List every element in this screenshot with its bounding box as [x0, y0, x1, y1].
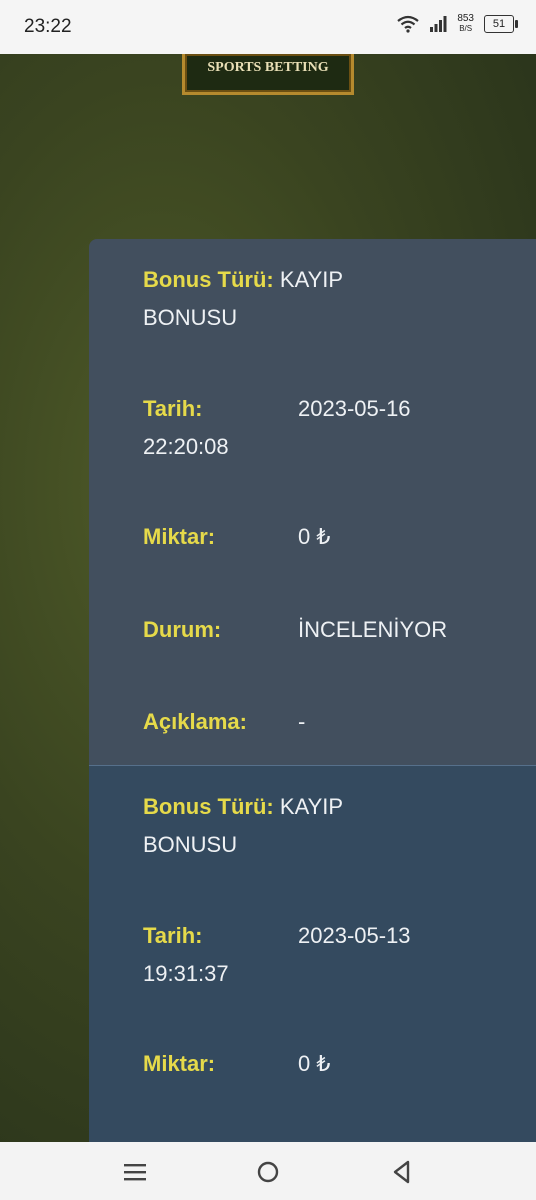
bonus-type-label: Bonus Türü: [143, 794, 274, 819]
bonus-record-card: Bonus Türü: KAYIP BONUSU Tarih: 2023-05-… [89, 239, 536, 765]
amount-value: 0 ₺ [298, 524, 331, 549]
home-icon[interactable] [254, 1158, 282, 1186]
bonus-type-row: Bonus Türü: KAYIP BONUSU [143, 794, 523, 858]
date-value: 2023-05-13 [298, 923, 411, 948]
bonus-record-card: Bonus Türü: KAYIP BONUSU Tarih: 2023-05-… [89, 765, 536, 1143]
status-icons: 853 B/S 51 [397, 14, 518, 34]
bonus-type-label: Bonus Türü: [143, 267, 274, 292]
description-label: Açıklama: [143, 709, 247, 734]
logo[interactable]: SPORTS BETTING [182, 54, 354, 95]
status-row: Durum: İNCELENİYOR [143, 617, 523, 643]
description-row: Açıklama: - [143, 709, 523, 735]
system-navigation-bar [0, 1142, 536, 1200]
bonus-type-value-line2: BONUSU [143, 832, 238, 857]
amount-label: Miktar: [143, 524, 216, 549]
amount-row: Miktar: 0 ₺ [143, 524, 523, 550]
status-bar: 23:22 853 B/S 51 [0, 0, 536, 54]
bonus-type-value: KAYIP [279, 267, 344, 292]
network-speed: 853 B/S [457, 14, 474, 34]
time-value: 19:31:37 [143, 961, 229, 986]
cell-signal-icon [430, 16, 447, 32]
menu-icon[interactable] [121, 1158, 149, 1186]
status-label: Durum: [143, 617, 222, 642]
amount-row: Miktar: 0 ₺ [143, 1051, 523, 1077]
bonus-type-row: Bonus Türü: KAYIP BONUSU [143, 267, 523, 331]
logo-text: SPORTS BETTING [207, 60, 329, 75]
date-label: Tarih: [143, 396, 203, 421]
amount-label: Miktar: [143, 1051, 216, 1076]
battery-level: 51 [492, 18, 506, 30]
description-value: - [298, 709, 306, 734]
date-row: Tarih: 2023-05-16 22:20:08 [143, 396, 523, 460]
date-value: 2023-05-16 [298, 396, 411, 421]
bonus-type-value: KAYIP [279, 794, 344, 819]
date-row: Tarih: 2023-05-13 19:31:37 [143, 923, 523, 987]
clock: 23:22 [24, 16, 72, 37]
amount-value: 0 ₺ [298, 1051, 331, 1076]
time-value: 22:20:08 [143, 434, 229, 459]
battery-icon: 51 [484, 15, 518, 33]
back-icon[interactable] [388, 1158, 416, 1186]
date-label: Tarih: [143, 923, 203, 948]
bonus-type-value-line2: BONUSU [143, 305, 238, 330]
wifi-icon [397, 15, 419, 33]
network-speed-value: 853 [457, 13, 474, 24]
network-speed-unit: B/S [459, 24, 473, 33]
status-value: İNCELENİYOR [298, 617, 448, 642]
